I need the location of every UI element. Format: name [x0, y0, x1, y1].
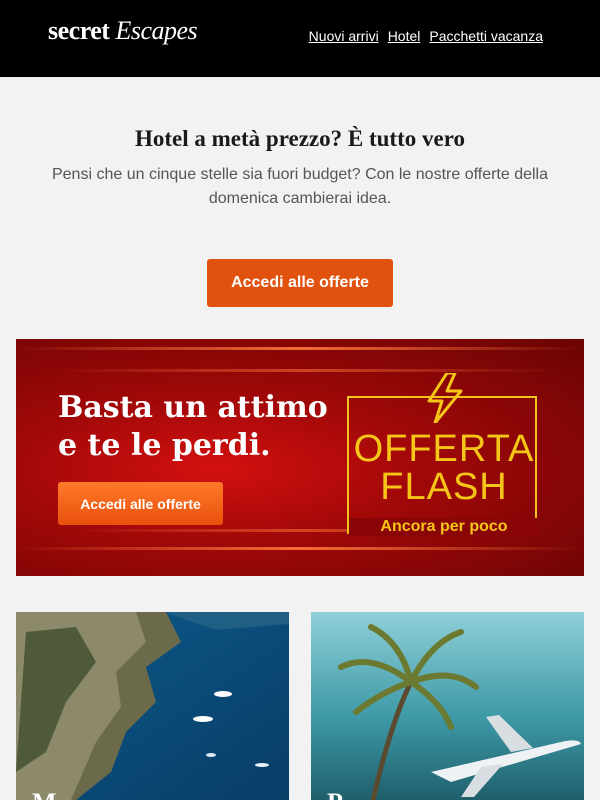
flash-line-2: FLASH [380, 466, 508, 508]
banner-light-streak [16, 547, 584, 550]
card-title: M [32, 788, 57, 800]
access-offers-button[interactable]: Accedi alle offerte [207, 259, 393, 307]
banner-line-2: e te le perdi. [58, 428, 271, 463]
coastline-photo [16, 612, 289, 800]
banner-light-streak [56, 369, 556, 372]
flash-offer-subtitle: Ancora per poco [349, 518, 539, 536]
nav-link-pacchetti-vacanza[interactable]: Pacchetti vacanza [429, 28, 543, 44]
flash-line-1: OFFERTA [353, 428, 535, 470]
nav-link-nuovi-arrivi[interactable]: Nuovi arrivi [309, 28, 379, 44]
flash-offer-title: OFFERTA FLASH [349, 430, 539, 506]
lightning-bolt-icon [427, 373, 463, 423]
logo-secret: secret [48, 16, 110, 45]
palm-airplane-photo [311, 612, 584, 800]
flash-sale-banner[interactable]: Basta un attimo e te le perdi. Accedi al… [16, 339, 584, 576]
banner-line-1: Basta un attimo [58, 390, 328, 425]
page-headline: Hotel a metà prezzo? È tutto vero [135, 126, 465, 151]
banner-access-offers-button[interactable]: Accedi alle offerte [58, 482, 223, 525]
secret-escapes-logo[interactable]: secret Escapes [48, 16, 198, 46]
banner-headline: Basta un attimo e te le perdi. [58, 389, 328, 465]
header: secret Escapes Nuovi arrivi Hotel Pacche… [0, 0, 600, 77]
card-title: P [327, 788, 343, 800]
banner-light-streak [16, 347, 584, 350]
destination-card-travel[interactable]: P [311, 612, 584, 800]
logo-escapes: Escapes [115, 16, 198, 45]
nav-link-hotel[interactable]: Hotel [388, 28, 421, 44]
page-subtext: Pensi che un cinque stelle sia fuori bud… [51, 166, 549, 207]
top-nav: Nuovi arrivi Hotel Pacchetti vacanza [309, 28, 543, 44]
destination-card-sea[interactable]: M [16, 612, 289, 800]
